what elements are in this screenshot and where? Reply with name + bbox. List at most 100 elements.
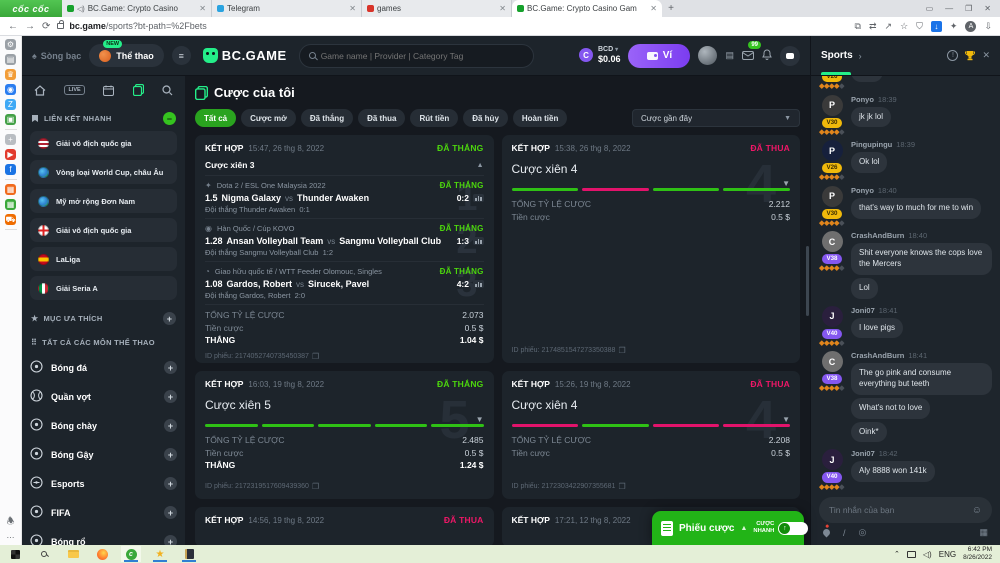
inbox-button[interactable]: 99: [742, 47, 754, 65]
filter-active[interactable]: Tất cả: [195, 109, 236, 127]
chat-username[interactable]: Joni07: [851, 306, 875, 315]
game-search[interactable]: [299, 44, 534, 68]
tip-coin-icon[interactable]: ◎: [859, 527, 867, 538]
close-chat-icon[interactable]: ✕: [982, 50, 990, 61]
collapse-icon[interactable]: ▼: [476, 415, 484, 424]
bcd-coin-icon[interactable]: C: [579, 48, 593, 62]
chevron-right-icon[interactable]: ›: [859, 51, 862, 61]
sidebar-sport-fifa[interactable]: FIFA +: [30, 498, 177, 527]
expand-sport-button[interactable]: +: [164, 390, 177, 403]
download-manager-icon[interactable]: ↓: [931, 21, 942, 32]
lock-icon[interactable]: [57, 23, 64, 29]
copy-icon[interactable]: ❐: [618, 482, 625, 491]
filter-pill[interactable]: Cược mở: [241, 109, 296, 127]
expand-sport-button[interactable]: +: [164, 448, 177, 461]
bet-title[interactable]: Cược xiên 5: [205, 389, 484, 424]
games-icon[interactable]: ▣: [5, 114, 16, 125]
sidebar-sport-tennis[interactable]: Quần vợt +: [30, 382, 177, 411]
share-icon[interactable]: ↗: [885, 21, 893, 32]
tab-close-icon[interactable]: ✕: [349, 4, 356, 13]
sports-toggle[interactable]: Thể thao NEW: [89, 44, 164, 67]
back-button[interactable]: ←: [8, 21, 18, 32]
rain-icon[interactable]: [822, 528, 832, 538]
sidebar-sport-football[interactable]: Bóng đá +: [30, 353, 177, 382]
collapse-icon[interactable]: ▼: [782, 179, 790, 188]
balance-selector[interactable]: BCD ▾ $0.06: [598, 46, 621, 64]
expand-sport-button[interactable]: +: [164, 361, 177, 374]
browser-tab[interactable]: BC.Game: Crypto Casino Gam ✕: [512, 0, 662, 17]
copy-icon[interactable]: ❐: [312, 482, 319, 491]
profile-avatar[interactable]: A: [965, 21, 976, 32]
extensions-icon[interactable]: ✦: [950, 21, 958, 32]
quick-bet-toggle[interactable]: ↑: [778, 522, 808, 535]
schedule-icon[interactable]: [103, 85, 114, 96]
live-tab[interactable]: LIVE: [64, 85, 84, 95]
filter-pill[interactable]: Đã thắng: [301, 109, 353, 127]
chat-username[interactable]: Pingupingu: [851, 140, 892, 149]
filter-pill[interactable]: Đã hủy: [463, 109, 508, 127]
bet-card[interactable]: KẾT HỢP16:03, 19 thg 8, 2022 ĐÃ THẮNGCượ…: [195, 371, 494, 499]
quick-link[interactable]: LaLiga: [30, 247, 177, 271]
collapse-icon[interactable]: ▲: [477, 162, 484, 169]
browser-tab[interactable]: games ✕: [362, 0, 512, 17]
collapse-quick-links-button[interactable]: −: [163, 112, 176, 125]
avatar[interactable]: J: [822, 306, 843, 327]
chat-username[interactable]: CrashAndBurn: [851, 231, 904, 240]
filter-pill[interactable]: Hoàn tiền: [513, 109, 567, 127]
taskbar-chevron-icon[interactable]: ⌃: [894, 550, 900, 558]
chat-input[interactable]: Tin nhắn của bạn ☺: [819, 497, 992, 523]
taskbar-firefox-icon[interactable]: [92, 546, 112, 562]
user-avatar[interactable]: [698, 46, 717, 65]
chat-rules-icon[interactable]: !: [947, 50, 958, 61]
reload-button[interactable]: ⟳: [42, 21, 50, 32]
stats-icon[interactable]: [473, 280, 484, 288]
language-indicator[interactable]: ENG: [939, 550, 956, 559]
quick-link[interactable]: Giải vô địch quốc gia: [30, 131, 177, 155]
taskbar-search-icon[interactable]: [34, 546, 54, 562]
chat-username[interactable]: Ponyo: [851, 186, 874, 195]
open-in-app-icon[interactable]: ⧉: [855, 21, 861, 32]
messenger-icon[interactable]: ◉: [5, 84, 16, 95]
sidebar-sport-basketball[interactable]: Bóng rổ +: [30, 527, 177, 545]
bet-card[interactable]: KẾT HỢP15:26, 19 thg 8, 2022 ĐÃ THUACược…: [502, 371, 801, 499]
clock[interactable]: 6:42 PM 8/26/2022: [963, 546, 992, 562]
close-window-button[interactable]: ✕: [984, 4, 991, 13]
notifications-bell-icon[interactable]: 🕭: [6, 514, 14, 530]
taskbar-library-icon[interactable]: [179, 546, 199, 562]
plus-icon[interactable]: +: [5, 134, 16, 145]
sidebar-sport-esports[interactable]: Esports +: [30, 469, 177, 498]
stats-icon[interactable]: [473, 194, 484, 202]
expand-sport-button[interactable]: +: [164, 506, 177, 519]
maximize-button[interactable]: ❐: [965, 4, 972, 13]
quick-link[interactable]: Giải vô địch quốc gia: [30, 218, 177, 242]
wallet-button[interactable]: Ví: [628, 44, 690, 68]
minimize-button[interactable]: —: [945, 4, 953, 13]
trophy-icon[interactable]: [964, 50, 976, 61]
bet-card[interactable]: KẾT HỢP15:38, 26 thg 8, 2022 ĐÃ THUACược…: [502, 135, 801, 363]
bcgame-logo[interactable]: BC.GAME: [203, 48, 287, 63]
commands-icon[interactable]: /: [843, 528, 846, 538]
quick-link[interactable]: Vòng loại World Cup, châu Âu: [30, 160, 177, 184]
tab-audio-icon[interactable]: ◁): [77, 5, 85, 13]
shield-icon[interactable]: ⛉: [916, 21, 923, 32]
translate-icon[interactable]: ⇄: [869, 21, 877, 32]
tab-close-icon[interactable]: ✕: [199, 4, 206, 13]
expand-bet-slip-icon[interactable]: ▲: [740, 525, 747, 532]
chat-toggle-button[interactable]: [780, 46, 800, 66]
shop-orange-icon[interactable]: ▦: [5, 184, 16, 195]
browser-tab[interactable]: ◁) BC.Game: Crypto Casino ✕: [62, 0, 212, 17]
network-icon[interactable]: [907, 551, 916, 558]
chat-username[interactable]: CrashAndBurn: [851, 351, 904, 360]
downloads-icon[interactable]: ⇩: [984, 21, 992, 32]
taskbar-file-explorer-icon[interactable]: [63, 546, 83, 562]
taskbar-coccoc-icon[interactable]: c: [121, 546, 141, 562]
zalo-icon[interactable]: Z: [5, 99, 16, 110]
keyboard-icon[interactable]: ▦: [979, 527, 988, 538]
chat-room-tab[interactable]: Sports: [821, 36, 853, 75]
filter-pill[interactable]: Đã thua: [358, 109, 405, 127]
bet-title[interactable]: Cược xiên 4: [512, 153, 791, 188]
quick-link[interactable]: Giải Seria A: [30, 276, 177, 300]
reader-icon[interactable]: ▭: [926, 4, 934, 13]
avatar[interactable]: P: [822, 95, 843, 116]
shop-green-icon[interactable]: ▦: [5, 199, 16, 210]
